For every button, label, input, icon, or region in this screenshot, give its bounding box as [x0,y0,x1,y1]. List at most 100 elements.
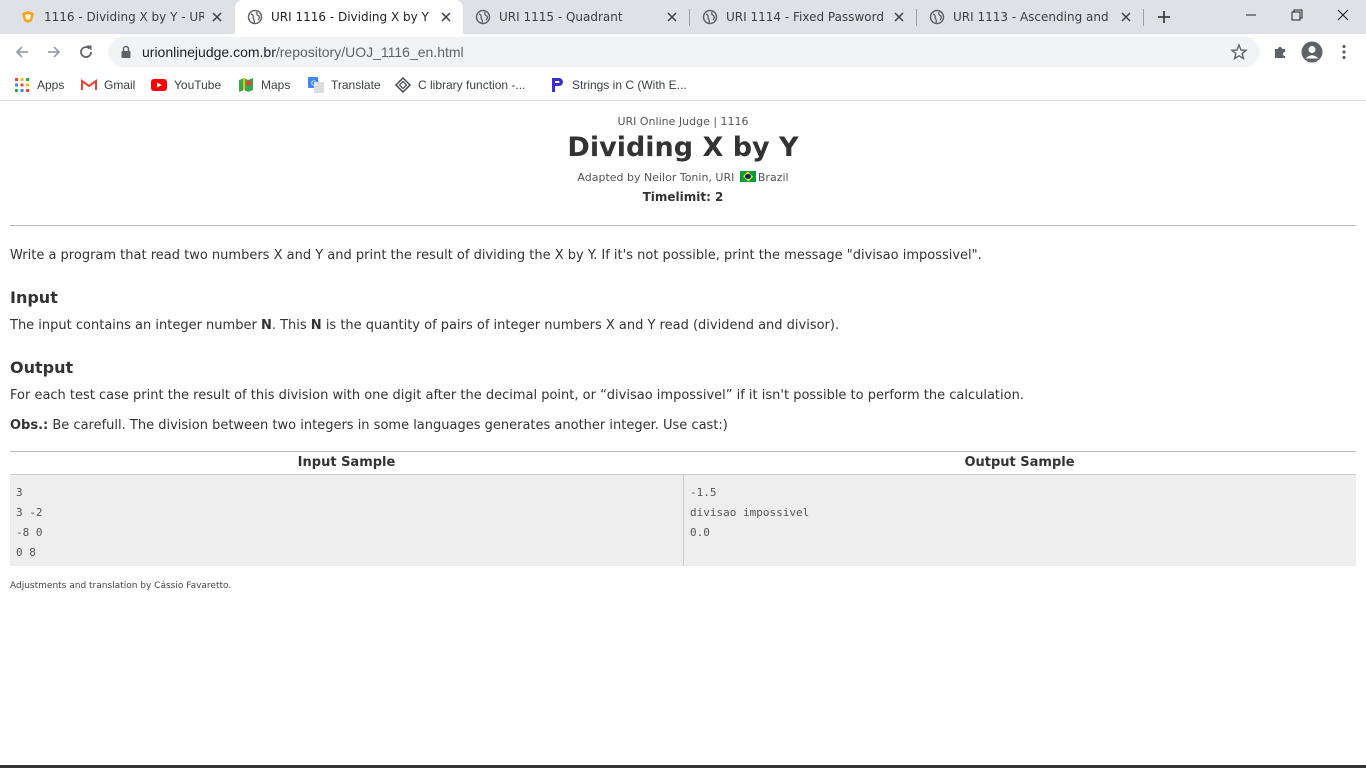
profile-button[interactable] [1298,38,1326,66]
tab-uri-1115[interactable]: URI 1115 - Quadrant [463,0,689,34]
url-text: urionlinejudge.com.br/repository/UOJ_111… [142,37,464,67]
tab-uri-1116[interactable]: URI 1116 - Dividing X by Y [235,0,463,34]
star-icon [1230,43,1248,60]
input-sample-line: -8 0 [16,526,43,539]
uri-logo-icon [20,9,36,25]
tab-strip: 1116 - Dividing X by Y - URI Online Judg… [0,0,1366,34]
bookmark-label: Maps [261,78,291,92]
author-country: Brazil [757,171,789,184]
url-path: /repository/UOJ_1116_en.html [275,44,464,60]
bookmark-c-library-function[interactable]: C library function -... [395,75,525,95]
translation-credit: Adjustments and translation by Cássio Fa… [10,581,232,591]
tab-title: URI 1116 - Dividing X by Y [271,10,429,24]
tab-title: 1116 - Dividing X by Y - URI Online Judg… [44,10,204,24]
output-description: For each test case print the result of t… [10,388,1024,403]
reload-icon [80,45,92,58]
tab-uri-1116-judge[interactable]: 1116 - Dividing X by Y - URI Online Judg… [8,0,234,34]
tab-uri-1113[interactable]: URI 1113 - Ascending and Descending [917,0,1143,34]
forward-button[interactable] [40,38,68,66]
input-heading: Input [10,288,58,307]
output-heading: Output [10,358,74,377]
input-sample-line: 3 -2 [16,506,43,519]
bookmark-label: Translate [331,78,381,92]
divider [10,225,1356,226]
close-icon[interactable] [437,8,455,26]
menu-button[interactable] [1330,38,1358,66]
lock-icon [121,45,131,58]
bookmark-label: Strings in C (With E... [572,78,687,92]
youtube-icon [151,77,167,93]
author-name: Adapted by Neilor Tonin, URI [577,171,735,184]
bookmark-youtube[interactable]: YouTube [151,75,221,95]
timelimit: Timelimit: 2 [642,190,724,204]
input-text: is the quantity of pairs of integer numb… [321,318,840,333]
url-domain: urionlinejudge.com.br [142,44,276,60]
output-sample-line: -1.5 [690,486,717,499]
close-icon[interactable] [1117,8,1135,26]
output-sample-header: Output Sample [683,452,1356,475]
problem-description: Write a program that read two numbers X … [10,248,982,263]
tab-uri-1114[interactable]: URI 1114 - Fixed Password [690,0,916,34]
obs-label: Obs.: [10,418,49,433]
author-line: Adapted by Neilor Tonin, URI Brazil [0,171,1366,184]
close-icon[interactable] [208,8,226,26]
input-text: The input contains an integer number [10,318,261,333]
input-text: . This [271,318,311,333]
bookmark-label: C library function -... [418,78,526,92]
bookmark-maps[interactable]: Maps [238,75,290,95]
globe-icon [475,9,491,25]
input-sample-header: Input Sample [10,452,683,475]
problem-page: URI Online Judge | 1116 Dividing X by Y … [0,102,1366,768]
new-tab-button[interactable] [1153,6,1175,28]
browser-toolbar: urionlinejudge.com.br/repository/UOJ_111… [0,34,1366,70]
plus-icon [1158,11,1170,23]
apps-grid-icon [14,77,30,93]
close-window-button[interactable] [1320,0,1366,30]
breadcrumb: URI Online Judge | 1116 [617,115,749,128]
input-sample-cell: 3 3 -2 -8 0 0 8 [10,475,683,566]
bookmark-strings-in-c[interactable]: Strings in C (With E... [549,75,687,95]
translate-icon: G [308,77,324,93]
kebab-menu-icon [1342,44,1346,60]
bookmark-label: YouTube [174,78,222,92]
input-description: The input contains an integer number N. … [10,318,839,333]
arrow-right-icon [48,46,61,58]
close-icon [1337,9,1349,21]
bookmark-gmail[interactable]: Gmail [81,75,135,95]
output-sample-line: 0.0 [690,526,710,539]
minimize-button[interactable] [1228,0,1274,30]
extensions-button[interactable] [1266,38,1294,66]
input-var-n: N [260,318,272,333]
tab-title: URI 1114 - Fixed Password [726,10,884,24]
back-button[interactable] [8,38,36,66]
input-sample-line: 3 [16,486,23,499]
bookmark-translate[interactable]: G Translate [308,75,381,95]
samples-table: Input Sample Output Sample 3 3 -2 -8 0 0… [10,451,1356,566]
close-icon[interactable] [663,8,681,26]
bookmark-apps[interactable]: Apps [14,75,64,95]
output-sample-cell: -1.5 divisao impossivel 0.0 [684,475,1356,566]
address-bar[interactable]: urionlinejudge.com.br/repository/UOJ_111… [108,37,1260,67]
restore-button[interactable] [1274,0,1320,30]
brazil-flag-icon [739,171,756,182]
restore-icon [1291,9,1303,21]
avatar-icon [1301,41,1323,63]
gmail-icon [81,77,97,93]
page-title: Dividing X by Y [567,132,799,163]
reload-button[interactable] [72,38,100,66]
tab-title: URI 1113 - Ascending and Descending [953,10,1113,24]
puzzle-icon [1275,47,1285,58]
programiz-icon [549,77,565,93]
globe-icon [247,9,263,25]
globe-icon [702,9,718,25]
minimize-icon [1246,14,1256,16]
output-sample-line: divisao impossivel [690,506,810,519]
svg-text:G: G [311,80,316,88]
globe-icon [929,9,945,25]
input-var-n: N [310,318,322,333]
bookmarks-bar: Apps Gmail YouTube Maps G Translate C li… [0,70,1366,101]
maps-icon [238,77,254,93]
close-icon[interactable] [890,8,908,26]
bookmark-label: Apps [37,78,65,92]
tab-separator [1143,9,1144,26]
